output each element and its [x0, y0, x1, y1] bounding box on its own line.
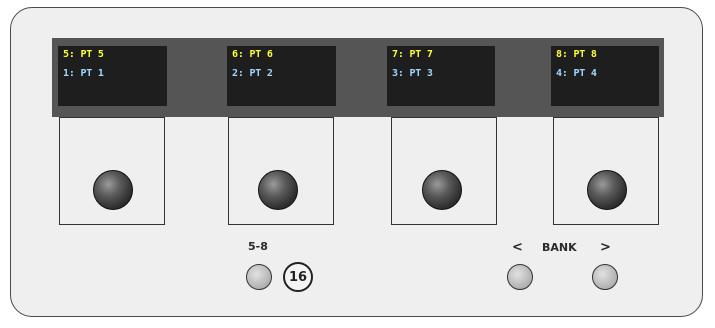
channel-3-encoder-knob[interactable] — [422, 170, 462, 210]
channel-2-encoder-knob[interactable] — [258, 170, 298, 210]
bank-prev-button[interactable] — [507, 264, 533, 290]
channel-display-4: 8: PT 8 4: PT 4 — [551, 46, 659, 106]
channel-3-top-label: 7: PT 7 — [392, 49, 433, 60]
bank-select-button[interactable] — [246, 264, 272, 290]
channel-2-top-label: 6: PT 6 — [232, 49, 273, 60]
bank-next-label: > — [600, 240, 611, 255]
channel-display-1: 5: PT 5 1: PT 1 — [58, 46, 167, 106]
channel-display-3: 7: PT 7 3: PT 3 — [387, 46, 495, 106]
channel-1-encoder-knob[interactable] — [93, 170, 133, 210]
bank-next-button[interactable] — [592, 264, 618, 290]
bank-select-label: 5-8 — [248, 240, 268, 253]
bank-prev-label: < — [512, 240, 523, 255]
channel-1-top-label: 5: PT 5 — [63, 49, 104, 60]
channel-3-bottom-label: 3: PT 3 — [392, 68, 433, 79]
bank-label: BANK — [542, 241, 577, 254]
channel-2-bottom-label: 2: PT 2 — [232, 68, 273, 79]
channel-4-bottom-label: 4: PT 4 — [556, 68, 597, 79]
channel-count-badge: 16 — [283, 262, 313, 292]
channel-4-top-label: 8: PT 8 — [556, 49, 597, 60]
channel-display-2: 6: PT 6 2: PT 2 — [227, 46, 336, 106]
channel-4-encoder-knob[interactable] — [587, 170, 627, 210]
channel-1-bottom-label: 1: PT 1 — [63, 68, 104, 79]
